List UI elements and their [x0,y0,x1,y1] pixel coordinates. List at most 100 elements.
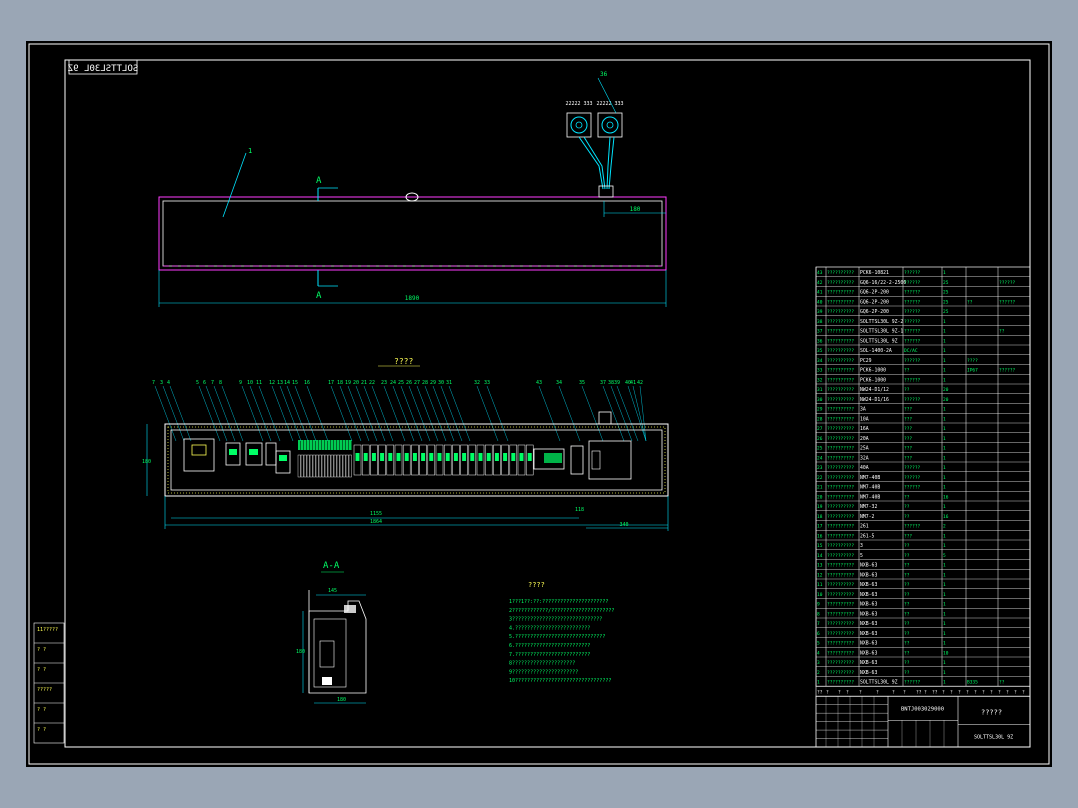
bom-cell: ?????????? [827,680,854,686]
bom-cell: ?? [904,387,910,393]
bom-cell: ?? [904,641,910,647]
bom-cell: 34 [817,358,823,364]
bom-cell: PC29 [860,358,872,364]
left-revision-strip: 11????? ? ? ? ?????? ? ? ? ? [33,622,65,744]
bom-header-cell: ? [838,689,841,695]
bom-cell: NXB-63 [860,660,877,666]
callout-leader [279,385,302,442]
bom-cell: ?????????? [827,407,854,413]
bom-cell: ?????????? [827,504,854,510]
bom-cell: ?? [904,494,910,500]
bom-cell: 261 [860,524,869,530]
bom-cell: ?????? [904,309,921,315]
breaker-toggle [363,453,368,461]
bom-cell: 14 [817,553,823,559]
bom-cell: ?? [904,543,910,549]
bom-cell: 22 [817,475,823,481]
bom-cell: 25 [943,299,949,305]
bom-header-cell: ?? [932,689,938,695]
terminal [307,440,310,450]
callout-label: 26 [406,380,412,386]
bom-cell: 4 [817,650,820,656]
bom-cell: 1 [943,407,946,413]
bom-cell: ?????????? [827,465,854,471]
bom-cell: ?????? [904,358,921,364]
bom-cell: ?????? [904,270,921,276]
left-strip-cell: ????? [37,687,52,693]
bom-cell: ?????????? [827,270,854,276]
bom-cell: 23 [817,465,823,471]
callout-label: 13 [277,380,283,386]
bom-cell: 26 [817,436,823,442]
breaker-toggle [412,453,417,461]
callout-label: 6 [203,380,206,386]
callout-leader [221,385,244,442]
note-line: 3?????????????????????????????? [509,617,602,623]
bom-cell: ?? [967,299,973,305]
bom-cell: 1 [943,377,946,383]
bom-cell: SOLTTSL30L 9Z [860,680,898,686]
bom-cell: 3 [860,543,863,549]
bom-cell: ?????????? [827,602,854,608]
bom-cell: 32 [817,377,823,383]
bom-cell: 1 [817,680,820,686]
controller-box [588,440,632,480]
bom-header-cell: ? [903,689,906,695]
bom-cell: ???? [967,358,978,364]
breaker-toggle [445,453,450,461]
bom-cell: NW24-D1/16 [860,397,889,403]
bom-cell: ?????????? [827,309,854,315]
callout-label: 3 [160,380,163,386]
bom-cell: ?????????? [827,455,854,461]
left-strip-cell: 11????? [37,627,58,633]
callout-label: 32 [474,380,480,386]
panel-view: ???? 7 3 4 5 6 7 8 9 10 11 12 13 14 15 16 17 18 19 20 21 22 2… [142,357,669,531]
bom-cell: NW24-D1/12 [860,387,889,393]
breaker-toggle [494,453,499,461]
part-label-1: 1 [248,147,252,155]
bom-cell: ?? [904,553,910,559]
note-line: 8????????????????????? [509,661,575,667]
callout-leader [486,385,509,442]
section-dim-top: 145 [328,588,337,594]
bom-cell: 261-5 [860,533,875,539]
top-gland-icon [598,411,612,425]
terminal [340,440,343,450]
bom-cell: 27 [817,426,823,432]
bom-cell: 29 [817,407,823,413]
bom-cell: ??? [904,436,912,442]
bom-cell: 35 [817,348,823,354]
bom-cell: B335 [967,680,978,686]
callout-label: 16 [304,380,310,386]
bom-header-cell: ? [974,689,977,695]
terminal [349,440,352,450]
bom-cell: ?????????? [827,524,854,530]
bom-cell: 1 [943,475,946,481]
right-dim: 180 [630,206,641,213]
bom-cell: ?????? [904,485,921,491]
callout-label: 9 [239,380,242,386]
callout-leader [339,385,362,442]
breaker-toggle [511,453,516,461]
bom-cell: 1 [943,446,946,452]
callout-label: 27 [414,380,420,386]
bom-cell: 20A [860,436,869,442]
bom-cell: GQ6-2P-200 [860,309,889,315]
callout-leader [448,385,471,442]
bom-cell: 10 [817,592,823,598]
bom-cell: ?????? [904,290,921,296]
callout-label: 31 [446,380,452,386]
breaker-toggle [396,453,401,461]
callout-label: 11 [256,380,262,386]
callout-leader [271,385,294,442]
callout-leader [424,385,447,442]
terminal [316,440,319,450]
bom-cell: ?????????? [827,436,854,442]
bom-cell: 38 [817,319,823,325]
callout-leader [213,385,236,442]
bom-cell: 1 [943,504,946,510]
bom-cell: 13 [817,563,823,569]
bom-cell: 30 [817,397,823,403]
left-strip-cell: ? ? [37,667,46,673]
terminal [301,440,304,450]
